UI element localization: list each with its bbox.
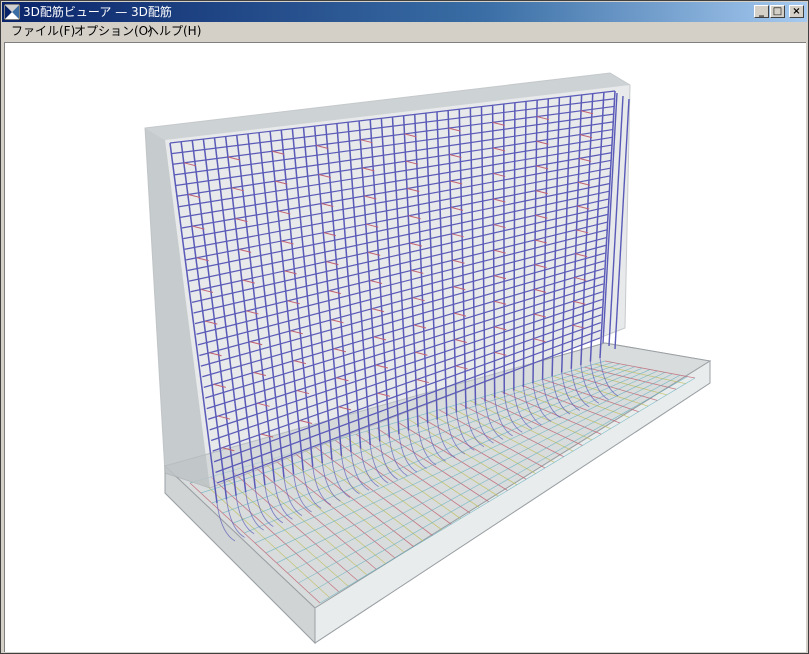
app-window: 3D配筋ビューア — 3D配筋 _ □ × ファイル(F) オプション(O) ヘ…: [0, 0, 809, 654]
window-title: 3D配筋ビューア — 3D配筋: [23, 5, 172, 19]
maximize-button[interactable]: □: [770, 5, 785, 18]
menu-options[interactable]: オプション(O): [72, 22, 155, 41]
menu-help[interactable]: ヘルプ(H): [145, 22, 203, 41]
rebar-3d-model: [144, 72, 712, 645]
menu-file[interactable]: ファイル(F): [9, 22, 77, 41]
close-button[interactable]: ×: [789, 5, 804, 18]
wall-rebar-vertical: [513, 102, 516, 391]
3d-viewport[interactable]: [4, 42, 806, 652]
menu-bar: ファイル(F) オプション(O) ヘルプ(H): [2, 22, 807, 41]
app-icon[interactable]: [3, 3, 21, 21]
minimize-button[interactable]: _: [754, 5, 769, 18]
wall-rebar-vertical: [503, 103, 505, 395]
title-bar[interactable]: 3D配筋ビューア — 3D配筋 _ □ ×: [2, 2, 807, 22]
